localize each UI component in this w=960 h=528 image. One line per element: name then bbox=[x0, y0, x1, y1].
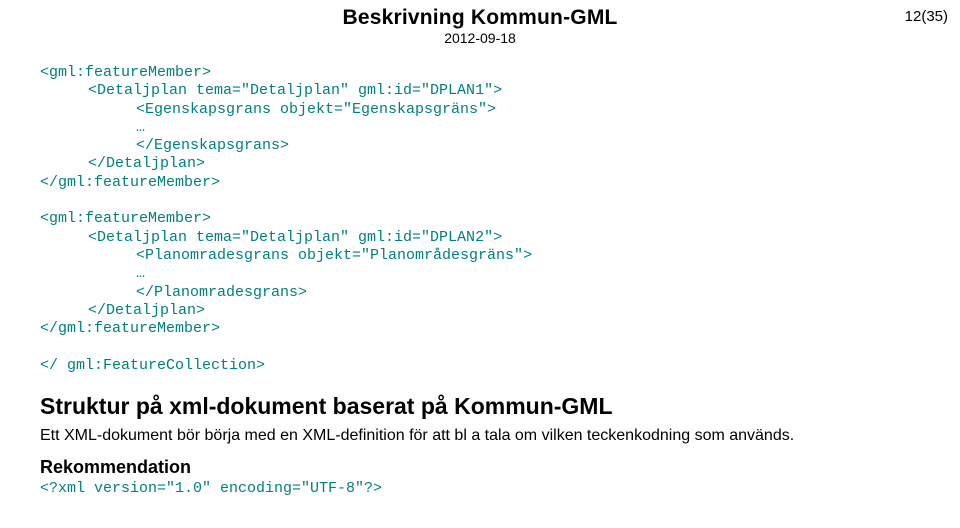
recommendation-heading: Rekommendation bbox=[40, 457, 920, 478]
page-number: 12(35) bbox=[905, 8, 948, 25]
code-line: … bbox=[40, 119, 145, 137]
section-paragraph: Ett XML-dokument bör börja med en XML-de… bbox=[40, 426, 920, 447]
code-line: <gml:featureMember> bbox=[40, 210, 211, 227]
code-line: </Egenskapsgrans> bbox=[40, 137, 289, 155]
code-line: </gml:featureMember> bbox=[40, 320, 220, 337]
content-area: <gml:featureMember> <Detaljplan tema="De… bbox=[40, 64, 920, 497]
code-line: </ gml:FeatureCollection> bbox=[40, 357, 265, 374]
code-line: <gml:featureMember> bbox=[40, 64, 211, 81]
xml-code-block: <gml:featureMember> <Detaljplan tema="De… bbox=[40, 64, 920, 375]
code-line: </Planomradesgrans> bbox=[40, 284, 307, 302]
document-date: 2012-09-18 bbox=[0, 30, 960, 46]
code-line: <Detaljplan tema="Detaljplan" gml:id="DP… bbox=[40, 82, 502, 100]
document-title: Beskrivning Kommun-GML bbox=[0, 6, 960, 30]
code-line: <Detaljplan tema="Detaljplan" gml:id="DP… bbox=[40, 229, 502, 247]
code-line: <Egenskapsgrans objekt="Egenskapsgräns"> bbox=[40, 101, 496, 119]
recommendation-code: <?xml version="1.0" encoding="UTF-8"?> bbox=[40, 480, 920, 497]
code-line: <Planomradesgrans objekt="Planområdesgrä… bbox=[40, 247, 532, 265]
code-line: </Detaljplan> bbox=[40, 302, 205, 320]
code-line: </gml:featureMember> bbox=[40, 174, 220, 191]
section-heading: Struktur på xml-dokument baserat på Komm… bbox=[40, 393, 920, 420]
code-line: </Detaljplan> bbox=[40, 155, 205, 173]
code-line: … bbox=[40, 265, 145, 283]
page: Beskrivning Kommun-GML 2012-09-18 12(35)… bbox=[0, 0, 960, 528]
